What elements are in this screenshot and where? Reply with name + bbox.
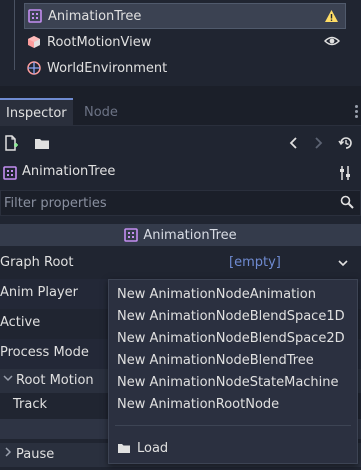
object-name: AnimationTree: [22, 164, 116, 179]
chevron-right-icon: [3, 447, 13, 460]
graph-root-value[interactable]: [empty]: [229, 255, 281, 270]
tree-item-root-motion-view[interactable]: RootMotionView: [24, 29, 346, 55]
menu-item-new-animation-node-animation[interactable]: New AnimationNodeAnimation: [117, 283, 316, 305]
category-label: Root Motion: [16, 373, 94, 388]
property-graph-root: Graph Root [empty]: [0, 249, 361, 279]
resource-popup-menu: New AnimationNodeAnimation New Animation…: [108, 279, 358, 464]
tree-item-label: AnimationTree: [48, 8, 142, 24]
filter-input[interactable]: [1, 191, 321, 215]
world-environment-icon: [27, 61, 41, 75]
property-label: Active: [0, 315, 41, 330]
history-icon[interactable]: [337, 134, 355, 152]
menu-item-new-animation-node-blend-space-2d[interactable]: New AnimationNodeBlendSpace2D: [117, 327, 345, 349]
animation-tree-icon: [3, 166, 17, 184]
menu-separator: [115, 425, 351, 426]
property-label: Anim Player: [0, 285, 78, 300]
tree-item-animation-tree[interactable]: AnimationTree: [24, 3, 346, 29]
folder-icon: [117, 442, 131, 454]
property-label: Graph Root: [0, 255, 74, 270]
menu-item-new-animation-node-blend-tree[interactable]: New AnimationNodeBlendTree: [117, 349, 314, 371]
property-label: Track: [13, 397, 48, 412]
inspector-toolbar: [0, 128, 361, 160]
animation-tree-icon: [28, 9, 42, 23]
eye-icon[interactable]: [324, 33, 340, 49]
new-resource-icon[interactable]: [2, 134, 20, 152]
filter-properties: [0, 190, 361, 216]
menu-item-label: Load: [137, 440, 169, 456]
category-label: Pause: [16, 447, 55, 462]
section-title: AnimationTree: [143, 227, 237, 243]
tree-item-label: WorldEnvironment: [47, 60, 168, 76]
object-properties-icon[interactable]: [338, 165, 352, 185]
tree-item-world-environment[interactable]: WorldEnvironment: [24, 55, 346, 81]
menu-item-new-animation-root-node[interactable]: New AnimationRootNode: [117, 393, 279, 415]
scene-tree: AnimationTree RootMotionView WorldEnviro…: [0, 0, 361, 86]
animation-tree-icon: [124, 228, 139, 242]
property-label: Process Mode: [0, 345, 89, 360]
dock-separator[interactable]: [0, 86, 361, 98]
history-back-icon[interactable]: [285, 134, 303, 152]
warning-icon[interactable]: [323, 8, 339, 24]
menu-item-load[interactable]: Load: [117, 437, 168, 459]
menu-item-new-animation-node-state-machine[interactable]: New AnimationNodeStateMachine: [117, 371, 339, 393]
tree-guide-line: [14, 0, 15, 70]
tree-item-label: RootMotionView: [47, 34, 152, 50]
open-folder-icon[interactable]: [33, 134, 51, 152]
root-motion-view-icon: [27, 35, 41, 49]
object-selector[interactable]: AnimationTree: [0, 160, 361, 186]
chevron-down-icon: [3, 373, 13, 386]
search-icon: [340, 195, 354, 213]
history-forward-icon[interactable]: [309, 134, 327, 152]
section-header: AnimationTree: [0, 224, 361, 246]
menu-item-new-animation-node-blend-space-1d[interactable]: New AnimationNodeBlendSpace1D: [117, 305, 345, 327]
tab-inspector[interactable]: Inspector: [0, 98, 73, 126]
chevron-down-icon[interactable]: [338, 257, 348, 272]
tab-node[interactable]: Node: [78, 98, 124, 126]
tab-menu-icon[interactable]: [355, 104, 359, 120]
dock-tabs: Inspector Node: [0, 98, 361, 126]
